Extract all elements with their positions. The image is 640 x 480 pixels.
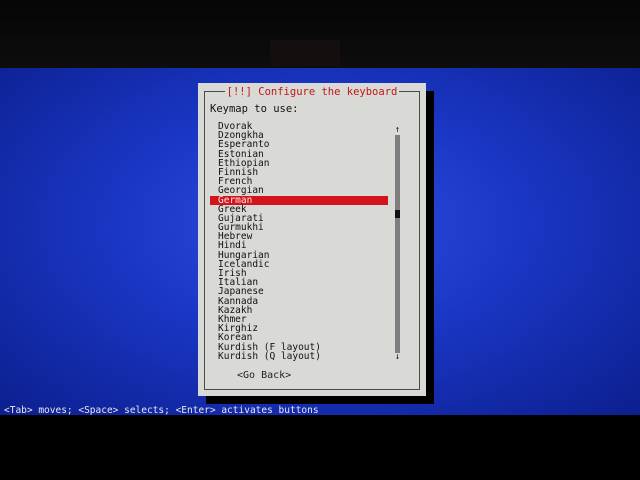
scrollbar-track[interactable]	[395, 135, 400, 353]
dialog-title: [!!] Configure the keyboard	[198, 86, 426, 98]
go-back-button[interactable]: <Go Back>	[237, 370, 291, 382]
monitor-bezel-top	[0, 0, 640, 68]
keyboard-hint-bar: <Tab> moves; <Space> selects; <Enter> ac…	[4, 405, 319, 416]
scroll-down-arrow-icon[interactable]: ↓	[393, 353, 402, 362]
screen-glare	[270, 40, 340, 66]
scrollbar-thumb[interactable]	[395, 210, 400, 218]
keymap-prompt: Keymap to use:	[210, 103, 299, 115]
keymap-list[interactable]: Dvorak Dzongkha Esperanto Estonian Ethiopian…	[210, 122, 388, 361]
scroll-up-arrow-icon[interactable]: ↑	[393, 126, 402, 135]
configure-keyboard-dialog: [!!] Configure the keyboard Keymap to us…	[198, 83, 426, 396]
dialog-title-text: [!!] Configure the keyboard	[224, 86, 400, 98]
keymap-option[interactable]: Kurdish (Q layout)	[210, 351, 388, 361]
